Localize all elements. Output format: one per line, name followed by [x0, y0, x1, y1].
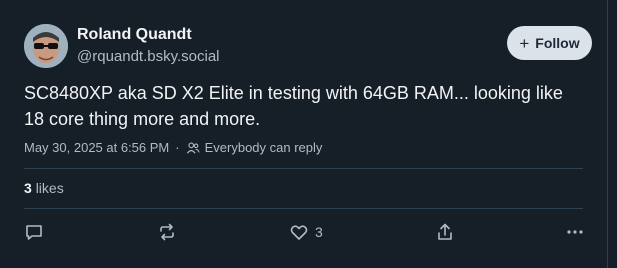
reply-setting[interactable]: Everybody can reply	[205, 140, 323, 155]
post-text: SC8480XP aka SD X2 Elite in testing with…	[24, 83, 563, 129]
more-icon	[567, 230, 583, 234]
reply-icon	[26, 225, 42, 240]
reply-button[interactable]	[24, 222, 44, 242]
divider	[24, 168, 583, 169]
plus-icon: +	[519, 33, 530, 53]
like-button[interactable]: 3	[289, 222, 323, 242]
likes-label: likes	[35, 180, 64, 196]
post-timestamp[interactable]: May 30, 2025 at 6:56 PM	[24, 140, 169, 155]
like-count: 3	[315, 224, 323, 240]
meta-separator: ·	[175, 140, 180, 155]
repost-icon	[160, 223, 174, 241]
divider	[24, 208, 583, 209]
post-meta: May 30, 2025 at 6:56 PM · Everybody can …	[24, 140, 322, 155]
avatar[interactable]	[24, 24, 68, 68]
heart-icon	[290, 225, 308, 240]
likes-stat[interactable]: 3 likes	[24, 180, 64, 196]
avatar-image	[24, 24, 68, 68]
post-actions: 3	[0, 222, 608, 246]
post-card: Roland Quandt @rquandt.bsky.social + Fol…	[0, 0, 608, 268]
people-icon	[186, 142, 200, 154]
author-handle[interactable]: @rquandt.bsky.social	[77, 48, 220, 65]
share-icon	[438, 223, 452, 240]
more-button[interactable]	[565, 222, 585, 242]
author-display-name[interactable]: Roland Quandt	[77, 26, 192, 44]
share-button[interactable]	[435, 222, 455, 242]
follow-label: Follow	[535, 35, 580, 51]
follow-button[interactable]: + Follow	[507, 26, 592, 60]
repost-button[interactable]	[157, 222, 177, 242]
likes-count: 3	[24, 180, 32, 196]
